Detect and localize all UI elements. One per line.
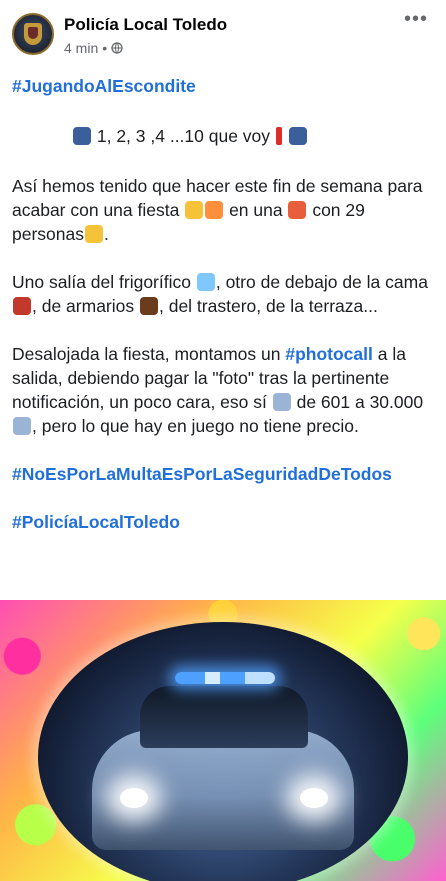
page-avatar[interactable] xyxy=(12,13,54,55)
page-name[interactable]: Policía Local Toledo xyxy=(64,15,227,35)
badge-inner-icon xyxy=(28,27,38,39)
siren-lights xyxy=(175,672,275,684)
post-meta: 4 min • xyxy=(64,40,123,56)
paragraph-text: en una xyxy=(224,200,288,220)
car-windshield xyxy=(140,686,308,748)
hashtag-line: #JugandoAlEscondite xyxy=(12,74,434,98)
paragraph-text: , de armarios xyxy=(32,296,139,316)
steam-nose-face-icon xyxy=(85,225,103,243)
house-icon xyxy=(288,201,307,219)
bed-icon xyxy=(13,297,31,315)
hashtag-link[interactable]: #NoEsPorLaMultaEsPorLaSeguridadDeTodos xyxy=(12,464,392,484)
banknotes-icon xyxy=(272,393,291,411)
headlight-right xyxy=(300,788,328,808)
globe-icon xyxy=(111,42,123,54)
paragraph-text: , otro de debajo de la cama xyxy=(215,272,428,292)
hashtag-link[interactable]: #JugandoAlEscondite xyxy=(12,76,196,96)
meta-separator: • xyxy=(102,40,108,56)
post-time[interactable]: 4 min xyxy=(64,40,98,56)
hashtag-link[interactable]: #photocall xyxy=(285,344,373,364)
paragraph-2: Uno salía del frigorífico , otro de deba… xyxy=(12,270,434,318)
paragraph-text: Uno salía del frigorífico xyxy=(12,272,196,292)
paragraph-text: de 601 a 30.000 xyxy=(291,392,424,412)
red-exclamation-icon xyxy=(275,127,282,145)
paragraph-text: Desalojada la fiesta, montamos un xyxy=(12,344,286,364)
post-image[interactable] xyxy=(0,600,446,881)
paragraph-3: Desalojada la fiesta, montamos un #photo… xyxy=(12,342,434,438)
hashtag-line: #NoEsPorLaMultaEsPorLaSeguridadDeTodos xyxy=(12,462,434,486)
party-popper-icon xyxy=(205,201,224,219)
hashtag-link[interactable]: #PolicíaLocalToledo xyxy=(12,512,180,532)
post-text: #JugandoAlEscondite 1, 2, 3 ,4 ...10 que… xyxy=(12,74,434,534)
count-line: 1, 2, 3 ,4 ...10 que voy xyxy=(12,124,434,148)
hashtag-line: #PolicíaLocalToledo xyxy=(12,510,434,534)
police-officer-emoji-icon xyxy=(288,127,307,145)
paragraph-text: , pero lo que hay en juego no tiene prec… xyxy=(32,416,359,436)
paragraph-text: , del trastero, de la terraza... xyxy=(158,296,378,316)
cold-face-icon xyxy=(196,273,215,291)
party-face-icon xyxy=(185,201,204,219)
police-officer-emoji-icon xyxy=(73,127,91,145)
door-icon xyxy=(139,297,158,315)
count-text: 1, 2, 3 ,4 ...10 que voy xyxy=(92,126,271,146)
more-options-button[interactable]: ••• xyxy=(404,8,428,31)
banknotes-icon xyxy=(13,417,31,435)
headlight-left xyxy=(120,788,148,808)
post-header: Policía Local Toledo 4 min • ••• xyxy=(0,0,446,70)
paragraph-1: Así hemos tenido que hacer este fin de s… xyxy=(12,176,423,244)
